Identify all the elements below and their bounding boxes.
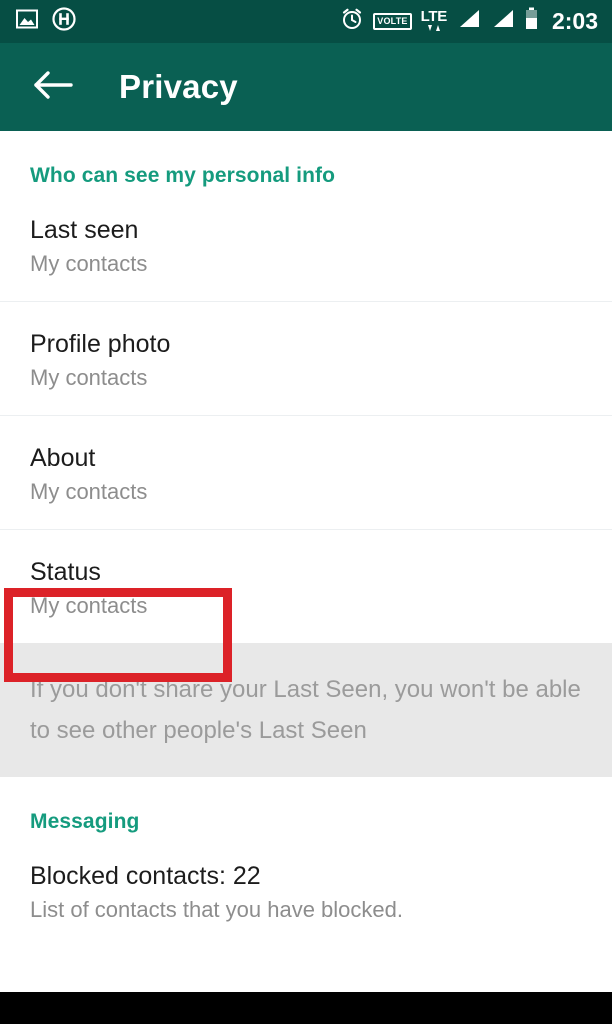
setting-row-subtitle: My contacts [30, 593, 148, 618]
setting-row-title: About [30, 444, 96, 472]
last-seen-note-text: If you don't share your Last Seen, you w… [30, 676, 581, 744]
system-navigation-bar [0, 992, 612, 1024]
settings-list: Who can see my personal info Last seen M… [0, 131, 612, 992]
setting-row-subtitle: My contacts [30, 251, 148, 276]
lte-icon: LTE [421, 9, 447, 33]
setting-row-title: Status [30, 558, 101, 586]
section-header-personal-info: Who can see my personal info [30, 164, 336, 187]
status-bar-clock: 2:03 [551, 8, 598, 34]
page-title: Privacy [119, 68, 238, 105]
status-bar-right-icons: VOLTE LTE 2:03 [340, 7, 598, 36]
arrow-left-icon [32, 68, 74, 107]
phone-screen: VOLTE LTE 2:03 Privacy Who can see my pe… [0, 0, 612, 1024]
image-icon [16, 8, 38, 35]
signal-2-icon [490, 8, 515, 35]
status-bar-left-icons [16, 7, 76, 36]
app-bar: Privacy [0, 43, 612, 131]
last-seen-note: If you don't share your Last Seen, you w… [0, 643, 612, 777]
setting-row-title: Last seen [30, 216, 139, 244]
setting-row-status[interactable]: Status My contacts [0, 530, 612, 643]
volte-icon: VOLTE [373, 13, 412, 30]
setting-row-subtitle: My contacts [30, 479, 148, 504]
signal-1-icon [456, 8, 481, 35]
back-button[interactable] [30, 64, 76, 110]
setting-row-subtitle: List of contacts that you have blocked. [30, 897, 404, 922]
setting-row-about[interactable]: About My contacts [0, 416, 612, 529]
section-header-messaging: Messaging [30, 810, 140, 833]
h-badge-icon [52, 7, 76, 36]
setting-row-blocked-contacts[interactable]: Blocked contacts: 22 List of contacts th… [0, 834, 612, 947]
setting-row-title: Profile photo [30, 330, 171, 358]
battery-icon [524, 7, 539, 36]
alarm-icon [340, 7, 364, 36]
setting-row-profile-photo[interactable]: Profile photo My contacts [0, 302, 612, 415]
setting-row-last-seen[interactable]: Last seen My contacts [0, 188, 612, 301]
status-bar: VOLTE LTE 2:03 [0, 0, 612, 43]
setting-row-title: Blocked contacts: 22 [30, 862, 261, 890]
setting-row-subtitle: My contacts [30, 365, 148, 390]
